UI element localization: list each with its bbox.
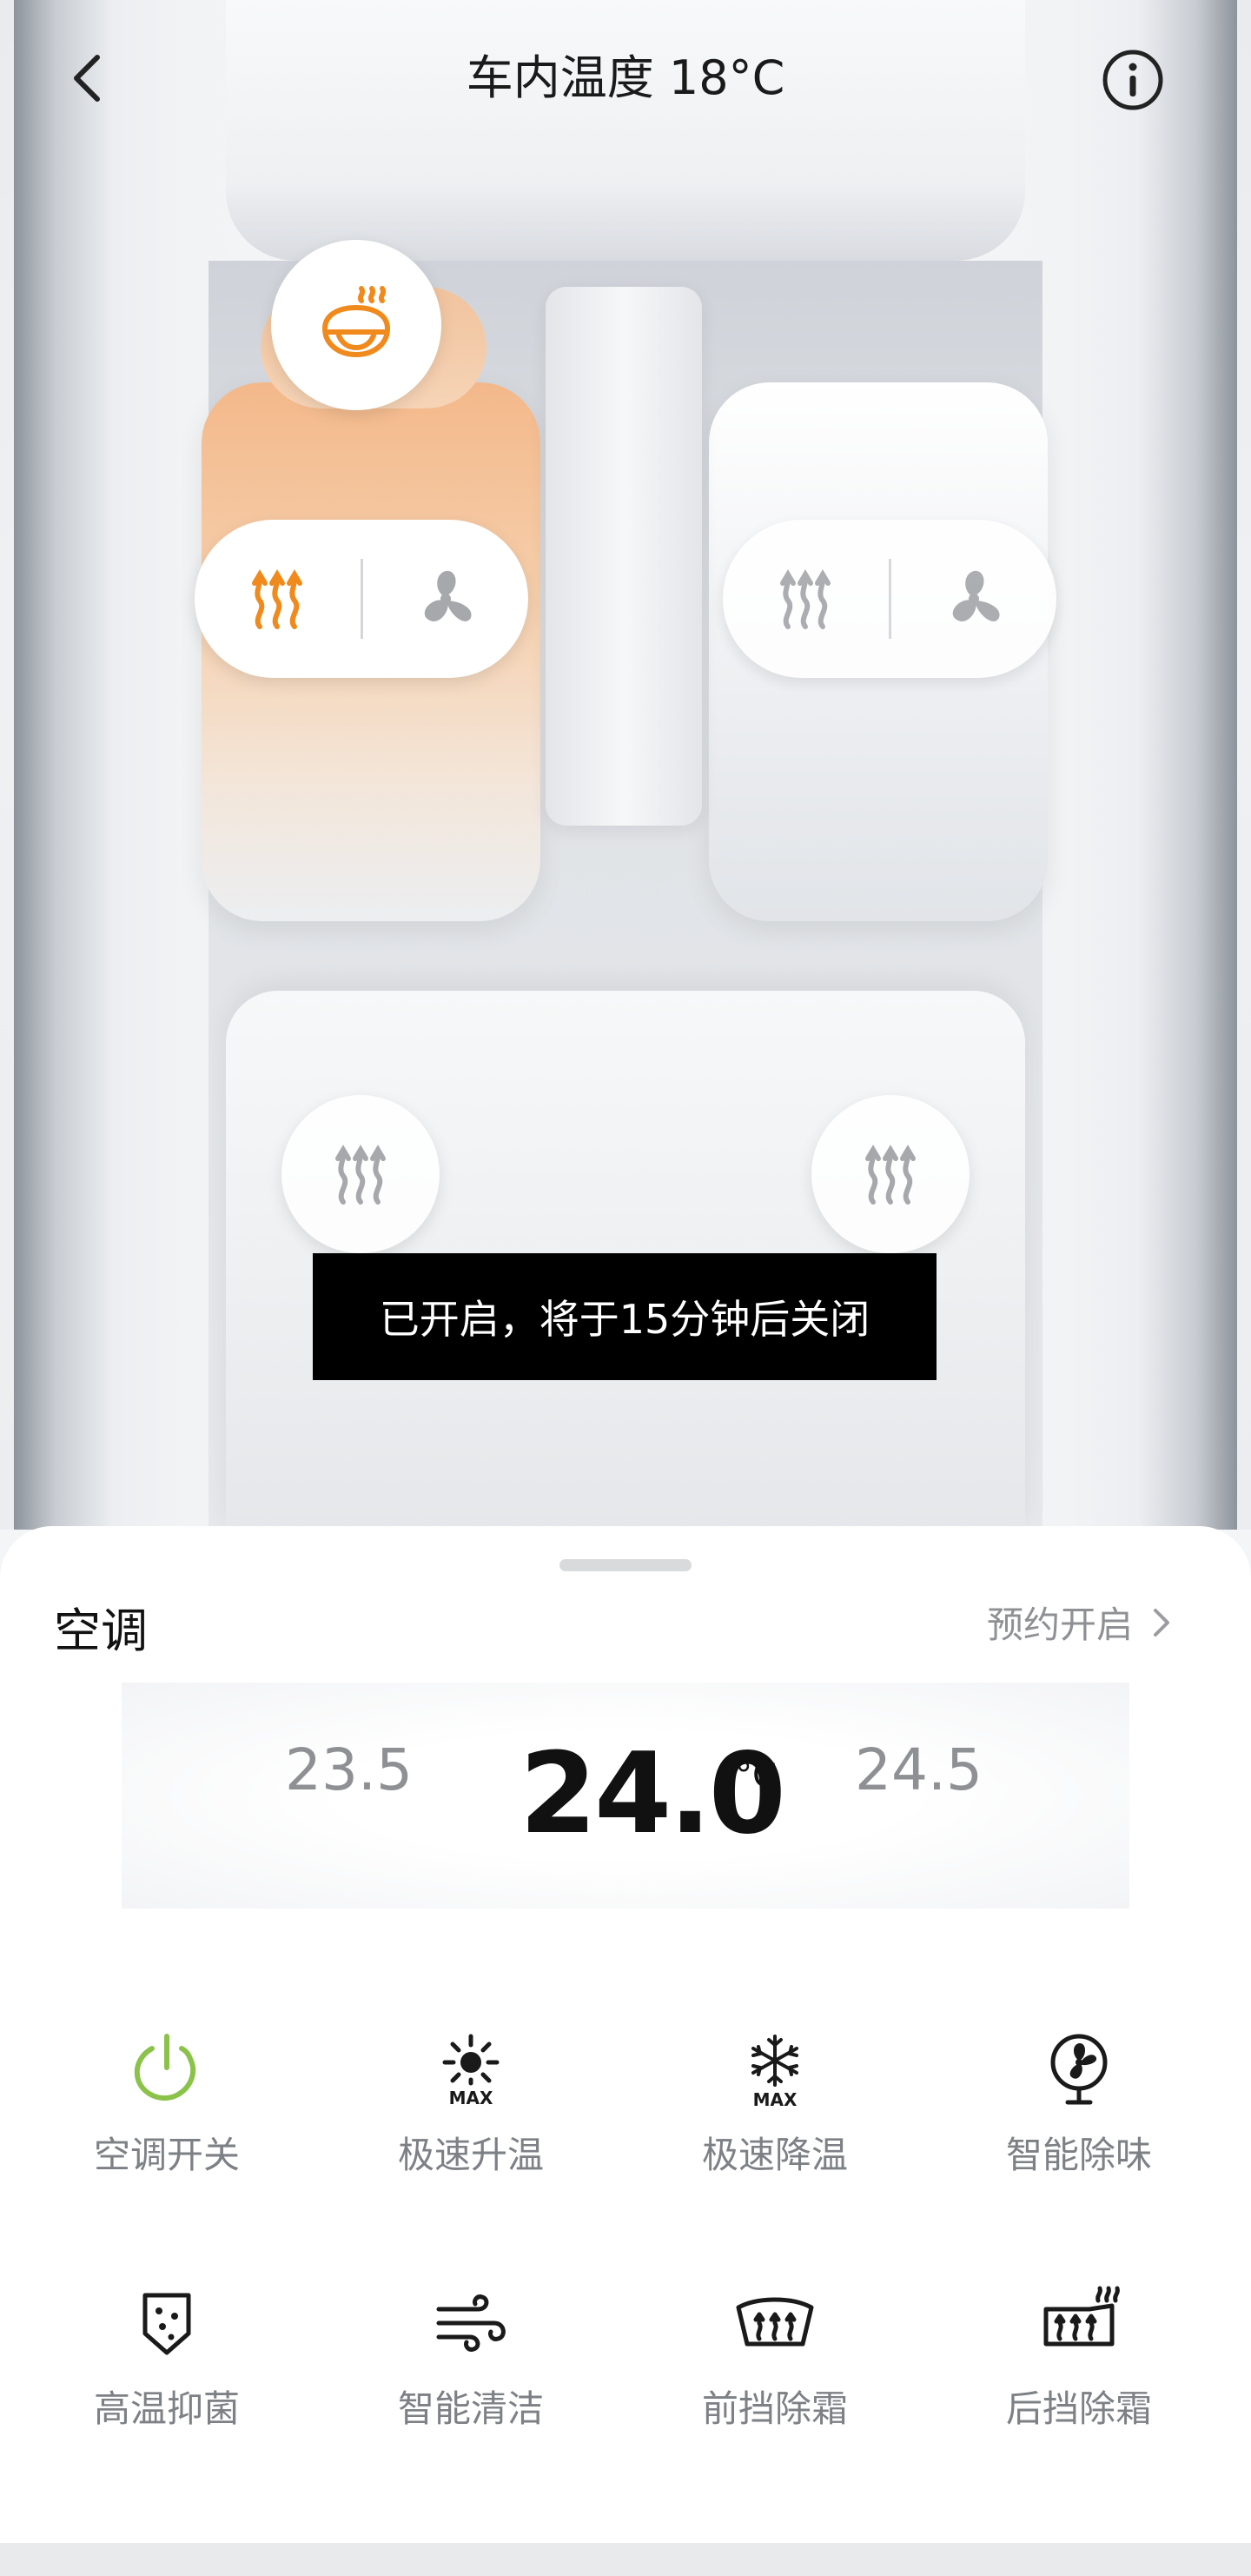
bottom-bar bbox=[0, 2543, 1251, 2576]
page-title: 车内温度 18°C bbox=[466, 50, 785, 105]
feature-front-defrost[interactable]: 前挡除霜 bbox=[619, 2279, 931, 2433]
svg-text:MAX: MAX bbox=[449, 2088, 493, 2108]
temp-option-higher[interactable]: 24.5 bbox=[855, 1736, 983, 1803]
passenger-seat-heat-button[interactable] bbox=[723, 520, 889, 678]
temp-unit: °C bbox=[735, 1756, 777, 1796]
driver-seat-vent-button[interactable] bbox=[363, 520, 529, 678]
info-icon bbox=[1102, 50, 1163, 110]
fan-icon bbox=[424, 570, 472, 621]
seat-heat-icon bbox=[252, 569, 303, 629]
driver-seat-controls bbox=[195, 520, 528, 678]
driver-seat-heat-button[interactable] bbox=[195, 520, 361, 678]
fan-icon bbox=[952, 570, 1000, 621]
feature-deodorize[interactable]: 智能除味 bbox=[923, 2025, 1235, 2179]
feature-ac-power[interactable]: 空调开关 bbox=[10, 2025, 323, 2179]
seat-heat-icon bbox=[780, 569, 831, 629]
feature-quick-cool[interactable]: MAX 极速降温 bbox=[619, 2025, 931, 2179]
passenger-seat-controls bbox=[723, 520, 1056, 678]
drag-handle[interactable] bbox=[559, 1559, 692, 1571]
rear-right-seat-heat-button[interactable] bbox=[811, 1095, 970, 1253]
shield-icon bbox=[142, 2293, 191, 2355]
schedule-label: 预约开启 bbox=[986, 1603, 1133, 1646]
temp-option-lower[interactable]: 23.5 bbox=[285, 1736, 413, 1803]
left-pillar bbox=[14, 0, 179, 1530]
seat-heat-icon bbox=[865, 1145, 916, 1205]
header: 车内温度 18°C bbox=[0, 35, 1251, 122]
feature-label: 极速升温 bbox=[397, 2134, 544, 2176]
fan-icon bbox=[1050, 2034, 1108, 2105]
steering-wheel-heat-icon bbox=[321, 286, 391, 358]
rear-defrost-icon bbox=[1043, 2286, 1120, 2347]
snowflake-max-icon: MAX bbox=[751, 2035, 798, 2108]
feature-label: 空调开关 bbox=[93, 2134, 240, 2176]
feature-label: 智能清洁 bbox=[397, 2387, 544, 2430]
seat-heat-icon bbox=[335, 1145, 386, 1205]
feature-label: 极速降温 bbox=[701, 2134, 848, 2176]
svg-text:MAX: MAX bbox=[753, 2089, 798, 2108]
feature-label: 高温抑菌 bbox=[93, 2387, 240, 2430]
info-button[interactable] bbox=[1102, 49, 1164, 111]
front-defrost-icon bbox=[736, 2297, 814, 2347]
passenger-seat-vent-button[interactable] bbox=[891, 520, 1057, 678]
steering-wheel-heat-button[interactable] bbox=[271, 240, 441, 410]
panel-title: 空调 bbox=[54, 1603, 148, 1658]
feature-sterilize[interactable]: 高温抑菌 bbox=[10, 2279, 323, 2433]
feature-quick-heat[interactable]: MAX 极速升温 bbox=[314, 2025, 627, 2179]
feature-smart-clean[interactable]: 智能清洁 bbox=[314, 2279, 627, 2433]
right-pillar bbox=[1072, 0, 1237, 1530]
feature-rear-defrost[interactable]: 后挡除霜 bbox=[923, 2279, 1235, 2433]
power-icon bbox=[134, 2034, 196, 2101]
rear-left-seat-heat-button[interactable] bbox=[281, 1095, 440, 1253]
feature-label: 智能除味 bbox=[1005, 2134, 1152, 2176]
sun-max-icon: MAX bbox=[442, 2034, 500, 2108]
feature-label: 前挡除霜 bbox=[701, 2387, 848, 2430]
toast-message: 已开启，将于15分钟后关闭 bbox=[313, 1253, 937, 1380]
feature-label: 后挡除霜 bbox=[1005, 2387, 1152, 2430]
chevron-right-icon bbox=[1154, 1608, 1169, 1637]
wind-icon bbox=[436, 2294, 506, 2352]
center-console bbox=[546, 287, 702, 826]
schedule-link[interactable]: 预约开启 bbox=[987, 1596, 1175, 1649]
